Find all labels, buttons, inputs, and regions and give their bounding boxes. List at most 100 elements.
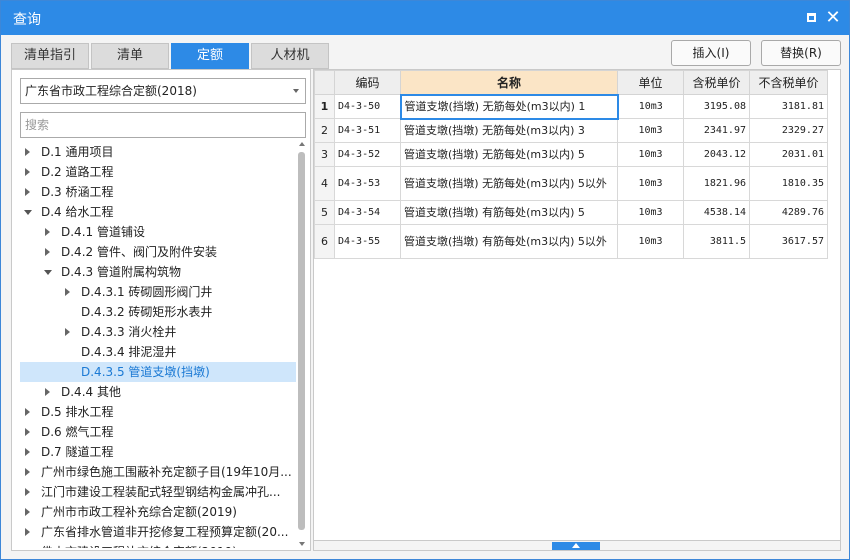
- quota-code[interactable]: D4-3-53: [334, 166, 401, 201]
- quota-name[interactable]: 管道支墩(挡墩) 有筋每处(m3以内) 5以外: [400, 224, 618, 259]
- quota-unit[interactable]: 10m3: [617, 166, 684, 201]
- chevron-right-icon[interactable]: [65, 288, 70, 296]
- search-input[interactable]: [20, 112, 306, 138]
- table-row[interactable]: 6 D4-3-55 管道支墩(挡墩) 有筋每处(m3以内) 5以外 10m3 3811.…: [314, 224, 828, 259]
- close-icon[interactable]: ✕: [823, 8, 843, 28]
- splitter-handle[interactable]: [552, 542, 600, 550]
- table-row[interactable]: 3 D4-3-52 管道支墩(挡墩) 无筋每处(m3以内) 5 10m3 2043.12…: [314, 142, 828, 167]
- tree-node[interactable]: D.4.3.2 砖砌矩形水表井: [20, 302, 296, 322]
- tree-node[interactable]: D.4.3.1 砖砌圆形阀门井: [20, 282, 296, 302]
- table-row[interactable]: 1 D4-3-50 管道支墩(挡墩) 无筋每处(m3以内) 1 10m3 3195.08…: [314, 93, 828, 120]
- price-with-tax[interactable]: 1821.96: [683, 166, 750, 201]
- chevron-down-icon[interactable]: [24, 210, 32, 215]
- price-without-tax[interactable]: 4289.76: [749, 200, 828, 225]
- price-without-tax[interactable]: 3181.81: [749, 94, 828, 119]
- col-header-unit[interactable]: 单位: [617, 70, 684, 95]
- chevron-right-icon[interactable]: [25, 188, 30, 196]
- quota-unit[interactable]: 10m3: [617, 224, 684, 259]
- tree-node[interactable]: D.5 排水工程: [20, 402, 296, 422]
- chevron-down-icon[interactable]: [293, 89, 299, 93]
- panel-splitter[interactable]: [314, 540, 840, 550]
- quota-code[interactable]: D4-3-55: [334, 224, 401, 259]
- title-bar[interactable]: 查询 ✕: [1, 1, 849, 35]
- tab-labor-material[interactable]: 人材机: [251, 43, 329, 69]
- tree-node[interactable]: D.4.3.3 消火栓井: [20, 322, 296, 342]
- price-with-tax[interactable]: 2043.12: [683, 142, 750, 167]
- price-with-tax[interactable]: 4538.14: [683, 200, 750, 225]
- chevron-right-icon[interactable]: [25, 408, 30, 416]
- row-number[interactable]: 6: [314, 224, 335, 259]
- price-without-tax[interactable]: 3617.57: [749, 224, 828, 259]
- table-row[interactable]: 2 D4-3-51 管道支墩(挡墩) 无筋每处(m3以内) 3 10m3 2341.97…: [314, 118, 828, 143]
- quota-code[interactable]: D4-3-50: [334, 94, 401, 119]
- chevron-right-icon[interactable]: [25, 148, 30, 156]
- chevron-right-icon[interactable]: [25, 448, 30, 456]
- quota-name[interactable]: 管道支墩(挡墩) 有筋每处(m3以内) 5: [400, 200, 618, 225]
- price-without-tax[interactable]: 2031.01: [749, 142, 828, 167]
- replace-button[interactable]: 替换(R): [761, 40, 841, 66]
- tree-node[interactable]: D.4.3.5 管道支墩(挡墩): [20, 362, 296, 382]
- tree-node[interactable]: 江门市建设工程装配式轻型钢结构金属冲孔...: [20, 482, 296, 502]
- tree-node[interactable]: D.7 隧道工程: [20, 442, 296, 462]
- tree-node[interactable]: 广州市绿色施工围蔽补充定额子目(19年10月...: [20, 462, 296, 482]
- tree-node[interactable]: D.4.3 管道附属构筑物: [20, 262, 296, 282]
- chevron-right-icon[interactable]: [25, 488, 30, 496]
- tree-node[interactable]: D.4.1 管道铺设: [20, 222, 296, 242]
- maximize-icon[interactable]: [801, 8, 821, 28]
- chevron-right-icon[interactable]: [25, 508, 30, 516]
- chevron-right-icon[interactable]: [25, 168, 30, 176]
- quota-code[interactable]: D4-3-54: [334, 200, 401, 225]
- insert-button[interactable]: 插入(I): [671, 40, 751, 66]
- tree-node[interactable]: 广东省排水管道非开挖修复工程预算定额(20...: [20, 522, 296, 542]
- tree-node[interactable]: D.1 通用项目: [20, 142, 296, 162]
- price-with-tax[interactable]: 3195.08: [683, 94, 750, 119]
- price-with-tax[interactable]: 3811.5: [683, 224, 750, 259]
- library-select[interactable]: 广东省市政工程综合定额(2018): [20, 78, 306, 104]
- table-row[interactable]: 4 D4-3-53 管道支墩(挡墩) 无筋每处(m3以内) 5以外 10m3 1821.…: [314, 166, 828, 201]
- price-without-tax[interactable]: 1810.35: [749, 166, 828, 201]
- tree-node[interactable]: 广州市市政工程补充综合定额(2019): [20, 502, 296, 522]
- quota-unit[interactable]: 10m3: [617, 142, 684, 167]
- col-header-code[interactable]: 编码: [334, 70, 401, 95]
- chevron-right-icon[interactable]: [25, 428, 30, 436]
- tree-node[interactable]: D.4.4 其他: [20, 382, 296, 402]
- tree-node[interactable]: D.6 燃气工程: [20, 422, 296, 442]
- quota-unit[interactable]: 10m3: [617, 200, 684, 225]
- row-number[interactable]: 4: [314, 166, 335, 201]
- price-without-tax[interactable]: 2329.27: [749, 118, 828, 143]
- col-header-name[interactable]: 名称: [400, 70, 618, 95]
- col-header-price-notax[interactable]: 不含税单价: [749, 70, 828, 95]
- quota-unit[interactable]: 10m3: [617, 94, 684, 119]
- row-number[interactable]: 3: [314, 142, 335, 167]
- chevron-up-icon[interactable]: [572, 543, 580, 548]
- row-number[interactable]: 2: [314, 118, 335, 143]
- chevron-right-icon[interactable]: [25, 468, 30, 476]
- scroll-down-icon[interactable]: [299, 542, 305, 546]
- tab-bill[interactable]: 清单: [91, 43, 169, 69]
- col-header-price-tax[interactable]: 含税单价: [683, 70, 750, 95]
- chevron-right-icon[interactable]: [25, 528, 30, 536]
- quota-name[interactable]: 管道支墩(挡墩) 无筋每处(m3以内) 1: [399, 93, 619, 120]
- chevron-down-icon[interactable]: [44, 270, 52, 275]
- scroll-thumb[interactable]: [298, 152, 305, 530]
- tree-scrollbar[interactable]: [298, 142, 306, 548]
- quota-name[interactable]: 管道支墩(挡墩) 无筋每处(m3以内) 5以外: [400, 166, 618, 201]
- chevron-right-icon[interactable]: [45, 388, 50, 396]
- tree-node[interactable]: 佛山市建设工程补充综合定额(2019): [20, 542, 296, 548]
- tree-node[interactable]: D.2 道路工程: [20, 162, 296, 182]
- chevron-right-icon[interactable]: [65, 328, 70, 336]
- row-number[interactable]: 1: [314, 94, 335, 119]
- chevron-right-icon[interactable]: [45, 248, 50, 256]
- quota-code[interactable]: D4-3-51: [334, 118, 401, 143]
- tree-node[interactable]: D.4 给水工程: [20, 202, 296, 222]
- row-number[interactable]: 5: [314, 200, 335, 225]
- tree-node[interactable]: D.4.2 管件、阀门及附件安装: [20, 242, 296, 262]
- tree-node[interactable]: D.3 桥涵工程: [20, 182, 296, 202]
- quota-unit[interactable]: 10m3: [617, 118, 684, 143]
- table-row[interactable]: 5 D4-3-54 管道支墩(挡墩) 有筋每处(m3以内) 5 10m3 4538.14…: [314, 200, 828, 225]
- scroll-up-icon[interactable]: [299, 142, 305, 146]
- tab-bill-guide[interactable]: 清单指引: [11, 43, 89, 69]
- tab-quota[interactable]: 定额: [171, 43, 249, 69]
- quota-code[interactable]: D4-3-52: [334, 142, 401, 167]
- tree-node[interactable]: D.4.3.4 排泥湿井: [20, 342, 296, 362]
